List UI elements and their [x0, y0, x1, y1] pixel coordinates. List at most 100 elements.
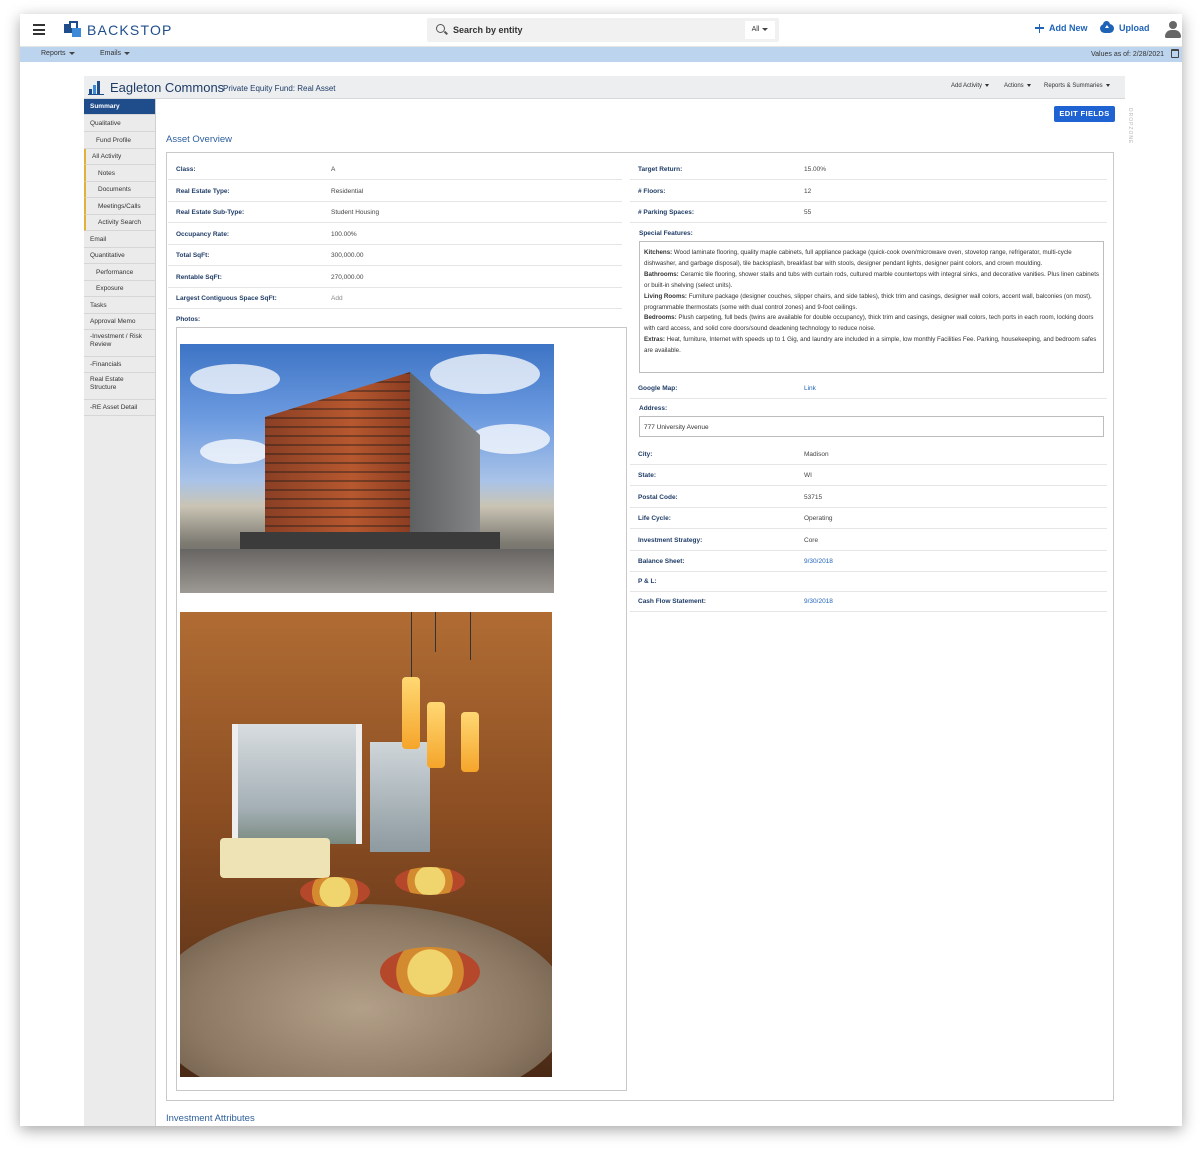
feature-paragraph: Extras: Heat, furniture, Internet with s… — [644, 335, 1099, 357]
reports-menu[interactable]: Reports — [41, 50, 75, 57]
plus-icon — [1035, 23, 1044, 33]
nav-item-email[interactable]: Email — [84, 231, 155, 248]
field-value: 100.00% — [331, 231, 357, 238]
left-nav: Summary Qualitative Fund Profile All Act… — [84, 99, 156, 1126]
nav-item-approval-memo[interactable]: Approval Memo — [84, 314, 155, 330]
field-value: WI — [804, 472, 812, 479]
field-label: # Floors: — [638, 188, 666, 195]
field-row-cash-flow-statement: Cash Flow Statement: 9/30/2018 — [630, 591, 1107, 612]
field-label: Google Map: — [638, 385, 678, 392]
nav-item-investment-risk-review[interactable]: -Investment / Risk Review — [84, 330, 155, 357]
nav-item-activity-search[interactable]: Activity Search — [84, 215, 155, 231]
reports-summaries-label: Reports & Summaries — [1044, 83, 1103, 89]
cash-flow-statement-link[interactable]: 9/30/2018 — [804, 598, 833, 605]
nav-item-exposure[interactable]: Exposure — [84, 281, 155, 297]
field-label: Largest Contiguous Space SqFt: — [176, 295, 277, 302]
search-scope-select[interactable]: All — [745, 21, 775, 39]
balance-sheet-link[interactable]: 9/30/2018 — [804, 558, 833, 565]
field-label: Total SqFt: — [176, 252, 210, 259]
emails-menu-label: Emails — [100, 50, 122, 57]
nav-item-performance[interactable]: Performance — [84, 264, 155, 281]
building-exterior-photo[interactable] — [180, 344, 554, 593]
nav-item-documents[interactable]: Documents — [84, 182, 155, 198]
add-activity-menu[interactable]: Add Activity — [951, 83, 990, 89]
emails-menu[interactable]: Emails — [100, 50, 131, 57]
feature-text: Heat, furniture, Internet with speeds up… — [644, 336, 1097, 355]
nav-item-meetings-calls[interactable]: Meetings/Calls — [84, 198, 155, 215]
field-value: Student Housing — [331, 209, 380, 216]
field-row-google-map: Google Map: Link — [630, 378, 1107, 399]
field-row-rentable-sqft: Rentable SqFt: 270,000.00 — [168, 267, 622, 288]
field-label: Occupancy Rate: — [176, 231, 230, 238]
add-new-label: Add New — [1049, 23, 1088, 33]
special-features-text: Kitchens: Wood laminate flooring, qualit… — [639, 241, 1104, 373]
entity-page: Eagleton Commons Private Equity Fund: Re… — [84, 76, 1133, 1126]
field-label: Cash Flow Statement: — [638, 598, 706, 605]
field-value: Residential — [331, 188, 364, 195]
nav-item-real-estate-structure[interactable]: Real Estate Structure — [84, 373, 155, 400]
field-value: Operating — [804, 515, 833, 522]
field-label: P & L: — [638, 578, 657, 585]
field-value: 15.00% — [804, 166, 827, 173]
entity-title-bar: Eagleton Commons Private Equity Fund: Re… — [84, 76, 1125, 99]
app-name: BACKSTOP — [87, 21, 173, 38]
nav-item-financials[interactable]: -Financials — [84, 357, 155, 373]
field-label: Target Return: — [638, 166, 683, 173]
add-activity-label: Add Activity — [951, 83, 983, 89]
nav-item-summary[interactable]: Summary — [84, 99, 155, 115]
field-value: A — [331, 166, 336, 173]
feature-text: Furniture package (designer couches, sli… — [644, 292, 1092, 311]
field-row-target-return: Target Return: 15.00% — [630, 159, 1107, 180]
add-new-button[interactable]: Add New — [1035, 23, 1088, 33]
upload-button[interactable]: Upload — [1100, 20, 1150, 33]
dining-room-photo[interactable] — [180, 612, 552, 1077]
upload-label: Upload — [1119, 23, 1150, 33]
field-label: Life Cycle: — [638, 515, 671, 522]
field-value: 53715 — [804, 494, 823, 501]
field-label: Real Estate Type: — [176, 188, 230, 195]
field-value: 55 — [804, 209, 812, 216]
reports-summaries-menu[interactable]: Reports & Summaries — [1044, 83, 1110, 89]
cloud-upload-icon — [1100, 20, 1114, 33]
nav-item-fund-profile[interactable]: Fund Profile — [84, 132, 155, 149]
actions-menu[interactable]: Actions — [1004, 83, 1031, 89]
field-row-state: State: WI — [630, 465, 1107, 486]
field-row-parking-spaces: # Parking Spaces: 55 — [630, 202, 1107, 223]
page-subtitle: Private Equity Fund: Real Asset — [223, 84, 336, 93]
nav-item-tasks[interactable]: Tasks — [84, 297, 155, 314]
chevron-down-icon — [762, 27, 769, 31]
feature-paragraph: Living Rooms: Furniture package (designe… — [644, 292, 1099, 314]
field-label: Class: — [176, 166, 196, 173]
avatar[interactable] — [1164, 20, 1182, 40]
field-row-balance-sheet: Balance Sheet: 9/30/2018 — [630, 551, 1107, 572]
actions-label: Actions — [1004, 83, 1024, 89]
nav-item-all-activity[interactable]: All Activity — [84, 149, 155, 165]
reports-menu-label: Reports — [41, 50, 66, 57]
feature-text: Wood laminate flooring, quality maple ca… — [644, 249, 1072, 267]
nav-item-re-asset-detail[interactable]: -RE Asset Detail — [84, 400, 155, 416]
fund-chart-icon — [88, 79, 104, 95]
feature-text: Plush carpeting, full beds (twins are av… — [644, 314, 1094, 333]
nav-item-notes[interactable]: Notes — [84, 165, 155, 182]
field-row-p-and-l: P & L: — [630, 571, 1107, 592]
google-map-link[interactable]: Link — [804, 385, 816, 392]
calendar-icon[interactable] — [1171, 49, 1179, 58]
feature-heading: Bathrooms: — [644, 270, 679, 278]
edit-fields-button[interactable]: EDIT FIELDS — [1054, 106, 1115, 122]
menu-icon[interactable] — [33, 24, 45, 35]
field-row-floors: # Floors: 12 — [630, 181, 1107, 202]
page-title: Eagleton Commons — [110, 80, 225, 95]
field-row-largest-contiguous-space: Largest Contiguous Space SqFt: Add — [168, 288, 622, 309]
dropzone[interactable]: DROPZONE — [1127, 108, 1133, 144]
app-logo[interactable]: BACKSTOP — [64, 21, 173, 38]
address-field: 777 University Avenue — [639, 416, 1104, 437]
nav-item-qualitative[interactable]: Qualitative — [84, 115, 155, 132]
search-scope-value: All — [751, 26, 760, 33]
field-row-occupancy-rate: Occupancy Rate: 100.00% — [168, 224, 622, 245]
nav-item-quantitative[interactable]: Quantitative — [84, 248, 155, 264]
feature-heading: Kitchens: — [644, 249, 673, 256]
search-input[interactable] — [453, 18, 733, 42]
add-value-link[interactable]: Add — [331, 295, 343, 302]
feature-text: Ceramic tile flooring, shower stalls and… — [644, 270, 1100, 289]
field-row-investment-strategy: Investment Strategy: Core — [630, 530, 1107, 551]
